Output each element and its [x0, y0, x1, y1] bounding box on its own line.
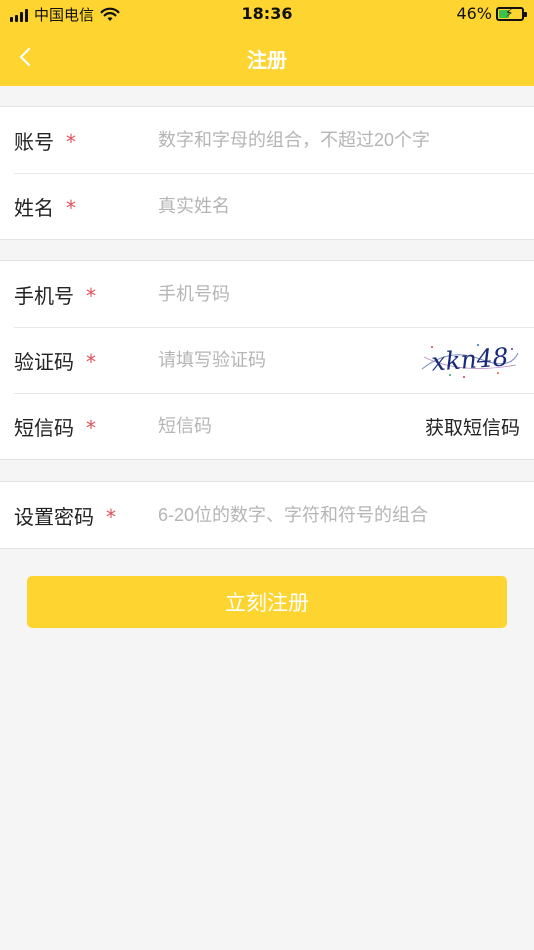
phone-label: 手机号 * — [14, 280, 96, 309]
required-star: * — [106, 504, 116, 529]
sms-label-text: 短信码 — [14, 415, 74, 440]
captcha-text: xkn48 — [430, 342, 509, 376]
verification-group: 手机号 * 验证码 * xkn48 短信码 * 获取短信码 — [0, 260, 534, 460]
phone-row: 手机号 * — [0, 261, 534, 327]
required-star: * — [86, 283, 96, 308]
password-row: 设置密码 * — [0, 482, 534, 548]
account-input[interactable] — [158, 122, 520, 158]
captcha-input[interactable] — [158, 342, 404, 378]
password-input[interactable] — [158, 497, 520, 533]
name-label: 姓名 * — [14, 192, 76, 221]
phone-label-text: 手机号 — [14, 283, 74, 308]
name-label-text: 姓名 — [14, 195, 54, 220]
captcha-row: 验证码 * xkn48 — [0, 327, 534, 393]
required-star: * — [66, 129, 76, 154]
register-button[interactable]: 立刻注册 — [27, 576, 507, 628]
sms-row: 短信码 * 获取短信码 — [0, 393, 534, 459]
page-title: 注册 — [247, 48, 287, 72]
phone-input[interactable] — [158, 276, 520, 312]
charging-icon: ⚡ — [505, 5, 514, 20]
captcha-label: 验证码 * — [14, 346, 96, 375]
account-label: 账号 * — [14, 126, 76, 155]
required-star: * — [86, 415, 96, 440]
battery-icon: ⚡ — [496, 5, 527, 21]
get-sms-code-button[interactable]: 获取短信码 — [425, 413, 520, 440]
app-header: 中国电信 18:36 46% ⚡ 注册 — [0, 0, 534, 86]
account-row: 账号 * — [0, 107, 534, 173]
captcha-label-text: 验证码 — [14, 349, 74, 374]
password-label-text: 设置密码 — [14, 504, 94, 529]
password-group: 设置密码 * — [0, 481, 534, 549]
name-row: 姓名 * — [0, 173, 534, 239]
status-right: 46% ⚡ — [456, 4, 527, 23]
account-label-text: 账号 — [14, 129, 54, 154]
required-star: * — [66, 195, 76, 220]
nav-bar: 注册 — [0, 28, 534, 86]
required-star: * — [86, 349, 96, 374]
battery-percent: 46% — [456, 4, 492, 23]
name-input[interactable] — [158, 188, 520, 224]
status-time: 18:36 — [241, 4, 293, 23]
status-bar: 中国电信 18:36 46% ⚡ — [0, 0, 534, 28]
sms-label: 短信码 * — [14, 412, 96, 441]
sms-input[interactable] — [158, 408, 404, 444]
password-label: 设置密码 * — [14, 501, 116, 530]
account-group: 账号 * 姓名 * — [0, 106, 534, 240]
captcha-image[interactable]: xkn48 — [420, 339, 520, 381]
